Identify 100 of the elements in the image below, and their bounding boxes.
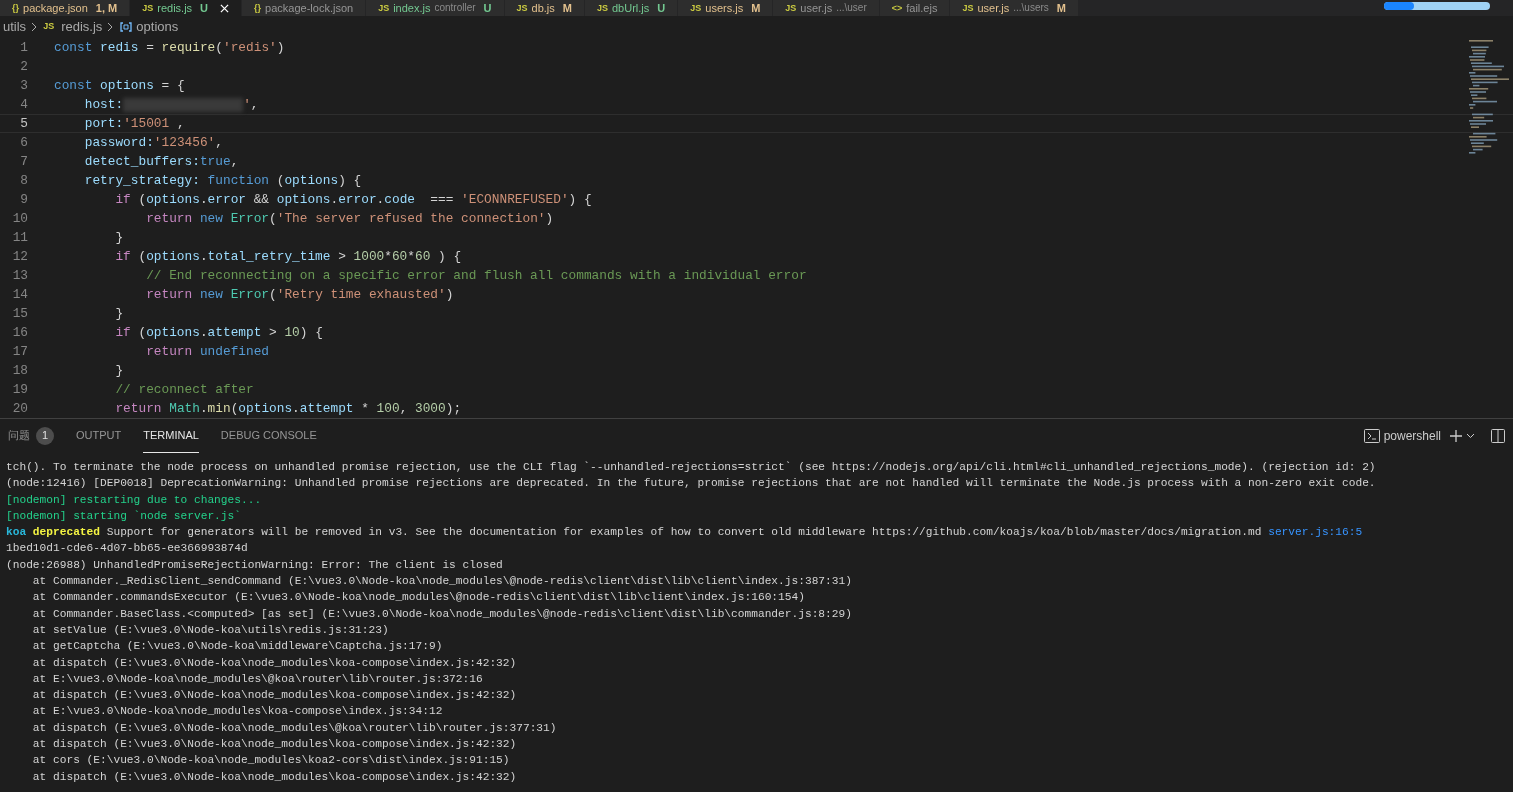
code-line: port:'15001 , [83,114,185,133]
panel-tab[interactable]: 问题 1 [8,419,54,453]
editor-tab[interactable]: {} package.json 1, M [0,0,131,16]
file-type-icon: {} [12,3,19,13]
editor-tab[interactable]: {} package-lock.json [242,0,367,16]
tab-label: user.js [977,2,1010,14]
tab-label: fail.ejs [906,2,938,14]
code-line: const options = { [54,76,185,95]
file-type-icon: <> [891,3,903,13]
terminal-icon [1363,429,1380,443]
line-number: 13 [11,266,28,285]
file-type-icon: JS [690,3,702,13]
breadcrumb-item[interactable]: redis.js [61,17,103,37]
editor-tab[interactable]: JS user.js ...\users M [950,0,1079,16]
terminal-line: at dispatch (E:\vue3.0\Node-koa\node_modules\koa-compose\index.js:42:32) [31,737,517,753]
panel-tab[interactable]: TERMINAL [143,419,199,453]
panel-tab[interactable]: DEBUG CONSOLE [220,419,317,453]
code-line: if (options.attempt > 10) { [114,323,323,342]
tab-label: db.js [531,2,555,14]
terminal-line: tch(). To terminate the node process on unhandled promise rejection, use the CLI flag `--unhandled-rejections=strict` (see https://nodejs.org/api/cli.html#cli_unhandled_rejections_mode). (rejection id: 2) [6,460,1376,475]
line-number: 6 [19,133,28,152]
terminal-line: at dispatch (E:\vue3.0\Node-koa\node_modules\koa-compose\index.js:42:32) [31,655,517,671]
terminal-line: at Commander._RedisClient_sendCommand (E:\vue3.0\Node-koa\node_modules\@node-redis\client\dist\lib\client\index.js:387:31) [31,574,852,590]
editor-tab[interactable]: JS dbUrl.js U [585,0,679,16]
editor-tab[interactable]: JS redis.js U [130,0,243,16]
line-number: 17 [11,342,28,361]
line-number: 2 [19,57,28,76]
terminal-line: at Commander.BaseClass.<computed> [as set] (E:\vue3.0\Node-koa\node_modules\@node-redis\client\dist\lib\commander.js:8:29) [31,606,852,622]
git-status: M [751,2,761,14]
code-line: const redis = require('redis') [54,38,285,57]
code-line: return new Error('The server refused the connection') [145,209,554,228]
tab-description: controller [434,3,476,13]
terminal-line: koa deprecated Support for generators will be removed in v3. See the documentation for examples of how to convert old middleware https://github.com/koajs/koa/blob/master/docs/migration.md server.js:16:5 [6,525,1363,541]
tab-label: dbUrl.js [612,2,650,14]
git-status: U [483,2,492,14]
editor-tab[interactable]: JS users.js M [678,0,774,16]
line-number: 9 [19,190,28,209]
terminal-line: at dispatch (E:\vue3.0\Node-koa\node_modules\koa-compose\index.js:42:32) [31,688,517,704]
file-type-icon: JS [785,3,797,13]
terminal-line: at setValue (E:\vue3.0\Node-koa\utils\redis.js:31:23) [31,622,389,638]
close-icon[interactable] [220,3,230,13]
terminal-line: (node:12416) [DEP0018] DeprecationWarning: Unhandled promise rejections are deprecated. In the future, promise rejections that are not handled will terminate the Node.js process with a non-zero exit code. [6,476,1376,492]
line-number: 15 [11,304,28,323]
file-type-icon: JS [378,3,390,13]
line-number: 20 [11,399,28,418]
code-line: detect_buffers:true, [83,152,239,171]
tab-label: index.js [393,2,431,14]
line-number: 7 [19,152,28,171]
terminal-line: at E:\vue3.0\Node-koa\node_modules\@koa\router\lib\router.js:372:16 [31,671,483,687]
terminal-line: at cors (E:\vue3.0\Node-koa\node_modules\koa2-cors\dist\index.js:91:15) [31,753,510,769]
chevron-right-icon [107,22,115,32]
tab-description: ...\users [1013,3,1049,13]
tab-label: package-lock.json [265,2,354,14]
shell-name[interactable]: powershell [1383,427,1441,445]
git-status: 1, M [95,2,118,14]
terminal-line: (node:26988) UnhandledPromiseRejectionWarning: Error: The client is closed [6,557,503,573]
chevron-down-icon[interactable] [1466,433,1475,439]
code-line: // End reconnecting on a specific error and flush all commands with a individual error [145,266,807,285]
code-line: return undefined [145,342,270,361]
file-type-icon: JS [43,20,55,34]
line-number: 11 [11,228,28,247]
tab-label: user.js [800,2,833,14]
line-number: 14 [11,285,28,304]
editor-tab[interactable]: JS index.js controller U [366,0,505,16]
tab-description: ...\user [836,3,867,13]
code-line: password:'123456', [83,133,223,152]
code-line: } [114,304,124,323]
file-link[interactable]: server.js:16:5 [1268,526,1363,539]
terminal-line: at dispatch (E:\vue3.0\Node-koa\node_modules\@koa\router\lib\router.js:377:31) [31,720,557,736]
line-number: 19 [11,380,28,399]
breadcrumb-item[interactable]: options [136,17,179,37]
terminal-line: at getCaptcha (E:\vue3.0\Node-koa\middleware\Captcha.js:17:9) [31,639,443,655]
file-type-icon: JS [962,3,974,13]
file-type-icon: JS [142,3,154,13]
line-number: 8 [19,171,28,190]
line-number: 18 [11,361,28,380]
terminal-line: at E:\vue3.0\Node-koa\node_modules\koa-compose\index.js:34:12 [31,704,443,720]
tab-label: users.js [705,2,744,14]
terminal-line: [nodemon] restarting due to changes... [6,492,262,508]
editor-tab[interactable]: JS db.js M [504,0,585,16]
git-status: M [562,2,572,14]
code-line: } [114,228,124,247]
code-line: return Math.min(options.attempt * 100, 3000); [114,399,462,418]
line-number: 10 [11,209,28,228]
git-status: U [657,2,666,14]
file-type-icon: {} [254,3,262,13]
editor-tab[interactable]: <> fail.ejs [879,0,951,16]
panel-tab[interactable]: OUTPUT [76,419,122,453]
count-badge: 1 [36,426,54,445]
file-type-icon: JS [516,3,528,13]
plus-icon[interactable] [1449,429,1463,443]
split-panel-icon[interactable] [1491,429,1505,443]
breadcrumb-item[interactable]: utils [3,17,27,37]
code-line: } [114,361,124,380]
code-line: if (options.total_retry_time > 1000*60*60 ) { [114,247,462,266]
line-number: 12 [11,247,28,266]
editor-tab[interactable]: JS user.js ...\user [773,0,880,16]
symbol-icon [119,21,134,33]
git-status: M [1056,2,1066,14]
code-line: retry_strategy: function (options) { [83,171,362,190]
